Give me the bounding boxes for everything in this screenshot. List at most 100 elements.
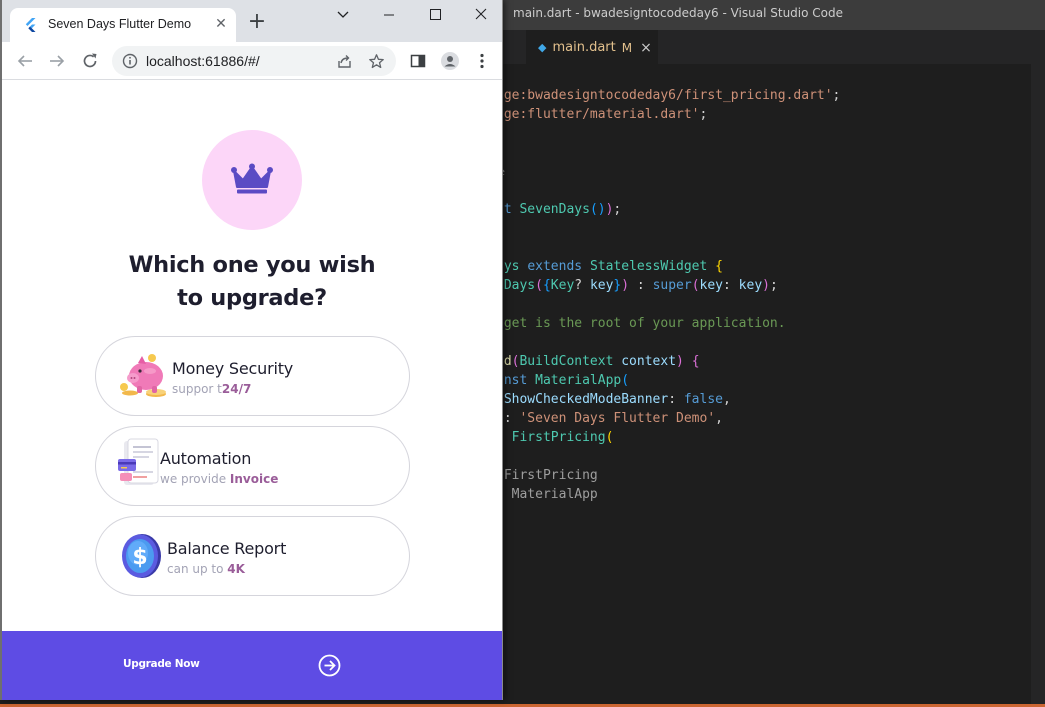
- code-token: ;: [832, 88, 841, 103]
- code-line: age:flutter/material.dart';: [496, 105, 707, 124]
- code-token: ;: [769, 278, 778, 293]
- code-token: SevenDays: [519, 202, 590, 217]
- code-token: ,: [715, 411, 723, 426]
- option-title: Automation: [160, 449, 252, 468]
- close-icon[interactable]: ✕: [212, 15, 230, 33]
- star-icon[interactable]: [368, 53, 385, 70]
- option-subtitle-text: can up to: [167, 562, 228, 576]
- code-line: : FirstPricing(: [496, 428, 613, 447]
- app-page: Which one you wish to upgrade? Money Sec…: [2, 81, 502, 700]
- code-line: st SevenDays());: [496, 200, 621, 219]
- editor-scrollbar[interactable]: [1031, 64, 1045, 704]
- flutter-icon: [25, 18, 36, 32]
- code-token: :: [503, 411, 520, 426]
- back-arrow-icon[interactable]: [15, 51, 35, 71]
- crown-icon: [231, 163, 273, 194]
- code-token: :: [723, 278, 739, 293]
- share-icon[interactable]: [336, 53, 353, 70]
- vscode-editor-tab[interactable]: ◆ main.dart M ×: [526, 30, 658, 64]
- forward-arrow-icon[interactable]: [47, 51, 67, 71]
- code-line: e: 'Seven Days Flutter Demo',: [496, 409, 723, 428]
- code-token: context: [621, 354, 677, 369]
- svg-text:$: $: [132, 545, 147, 570]
- code-token: MaterialApp: [535, 373, 622, 388]
- code-line: gShowCheckedModeBanner: false,: [496, 390, 731, 409]
- page-title: Which one you wish to upgrade?: [2, 249, 502, 315]
- code-token: BuildContext: [519, 354, 622, 369]
- address-bar[interactable]: localhost:61886/#/: [112, 46, 396, 76]
- page-title-line1: Which one you wish: [128, 252, 376, 278]
- code-token: age:bwadesigntocodeday6/first_pricing.da…: [496, 88, 833, 103]
- new-tab-button[interactable]: +: [246, 11, 268, 34]
- upgrade-now-button[interactable]: Upgrade Now: [2, 631, 502, 700]
- code-token: super: [652, 278, 692, 293]
- browser-tab[interactable]: Seven Days Flutter Demo ✕: [10, 8, 236, 42]
- code-token: {: [715, 259, 723, 274]
- url-text[interactable]: localhost:61886/#/: [146, 53, 260, 69]
- code-token: :: [629, 278, 653, 293]
- code-token: ): [762, 278, 770, 293]
- code-token: ): [621, 278, 630, 293]
- code-token: key: [699, 278, 724, 293]
- crown-badge: [202, 130, 302, 230]
- code-token: (: [621, 373, 630, 388]
- code-token: ;: [699, 107, 708, 122]
- option-automation[interactable]: Automation we provide Invoice: [95, 426, 410, 506]
- option-subtitle: can up to 4K: [167, 562, 245, 576]
- option-title: Balance Report: [167, 539, 287, 558]
- code-line: ays extends StatelessWidget {: [496, 257, 723, 276]
- close-window-icon[interactable]: [466, 4, 496, 26]
- option-subtitle: we provide Invoice: [160, 472, 278, 486]
- kebab-menu-icon[interactable]: [472, 51, 492, 71]
- modified-badge: M: [621, 40, 633, 55]
- upgrade-now-label: Upgrade Now: [123, 658, 200, 670]
- code-token: ): [676, 354, 692, 369]
- code-token: (): [589, 202, 606, 217]
- code-token: :: [668, 392, 684, 407]
- info-icon[interactable]: [122, 53, 138, 69]
- page-title-line2: to upgrade?: [177, 285, 327, 311]
- option-money-security[interactable]: Money Security suppor t24/7: [95, 336, 410, 416]
- browser-window: Seven Days Flutter Demo ✕ + localhost:61…: [0, 0, 503, 700]
- reload-icon[interactable]: [80, 51, 100, 71]
- code-token: {: [542, 278, 551, 293]
- code-token: ,: [722, 392, 731, 407]
- code-token: ;: [613, 202, 622, 217]
- dollar-coin-icon: $: [122, 534, 161, 578]
- code-line: onst MaterialApp(: [496, 371, 629, 390]
- code-token: (: [691, 278, 700, 293]
- option-balance-report[interactable]: $ Balance Report can up to 4K: [95, 516, 410, 596]
- vscode-tab-label: main.dart: [552, 40, 616, 55]
- code-token: 'Seven Days Flutter Demo': [519, 411, 716, 426]
- code-token: key: [589, 278, 614, 293]
- option-subtitle: suppor t24/7: [172, 382, 251, 396]
- code-token: key: [738, 278, 763, 293]
- code-token: ?: [574, 278, 590, 293]
- browser-toolbar: localhost:61886/#/: [2, 42, 502, 80]
- arrow-right-circle-icon[interactable]: [318, 654, 341, 677]
- code-token: (: [605, 430, 614, 445]
- code-token: (: [535, 278, 543, 293]
- piggy-bank-icon: [120, 354, 166, 397]
- chevron-down-icon[interactable]: [328, 4, 358, 26]
- option-subtitle-text: we provide: [160, 472, 230, 486]
- browser-tab-title: Seven Days Flutter Demo: [48, 17, 192, 31]
- code-line: dget is the root of your application.: [496, 314, 786, 333]
- maximize-icon[interactable]: [420, 4, 450, 26]
- code-token: {: [691, 354, 700, 369]
- code-token: dget is the root of your application.: [496, 316, 786, 331]
- browser-tabstrip: Seven Days Flutter Demo ✕ +: [2, 0, 502, 42]
- option-subtitle-text: suppor t: [172, 382, 222, 396]
- code-line: ld(BuildContext context) {: [496, 352, 700, 371]
- vscode-window-title: main.dart - bwadesigntocodeday6 - Visual…: [513, 6, 844, 20]
- close-icon[interactable]: ×: [640, 40, 652, 56]
- code-token: FirstPricing: [511, 430, 606, 445]
- side-panel-icon[interactable]: [408, 51, 428, 71]
- option-subtitle-value: 4K: [227, 562, 245, 576]
- code-token: gShowCheckedModeBanner: [496, 392, 669, 407]
- minimize-icon[interactable]: [374, 4, 404, 26]
- code-token: false: [683, 392, 723, 407]
- code-line: FirstPricing: [496, 466, 598, 485]
- profile-avatar-icon[interactable]: [440, 51, 460, 71]
- code-token: age:flutter/material.dart': [496, 107, 700, 122]
